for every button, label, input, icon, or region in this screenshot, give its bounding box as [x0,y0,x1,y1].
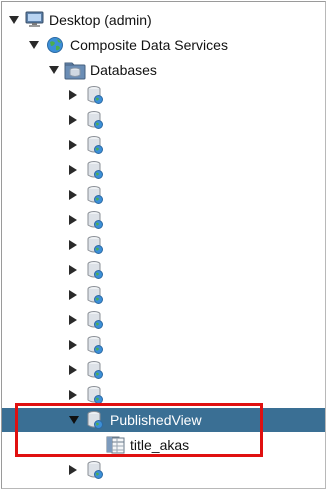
table-icon [106,436,126,457]
chevron-right-icon[interactable] [69,390,77,400]
chevron-right-icon[interactable] [69,340,77,350]
tree-node-database[interactable] [2,158,325,182]
tree-node-composite-data-services[interactable]: Composite Data Services [2,33,325,57]
computer-icon [25,11,45,32]
database-icon [86,135,104,158]
chevron-down-icon[interactable] [69,416,79,424]
tree-node-title-akas[interactable]: title_akas [2,433,325,457]
database-icon [86,410,104,433]
database-icon [86,210,104,233]
tree-node-database[interactable] [2,283,325,307]
database-icon [86,385,104,408]
chevron-right-icon[interactable] [69,290,77,300]
tree-node-database[interactable] [2,83,325,107]
chevron-right-icon[interactable] [69,240,77,250]
chevron-right-icon[interactable] [69,365,77,375]
database-icon [86,235,104,258]
tree-node-database[interactable] [2,108,325,132]
tree-node-label: PublishedView [110,412,202,428]
tree-node-database[interactable] [2,233,325,257]
tree-node-label: Desktop (admin) [49,12,152,28]
chevron-right-icon[interactable] [69,140,77,150]
tree-node-database[interactable] [2,383,325,407]
chevron-right-icon[interactable] [69,115,77,125]
chevron-down-icon[interactable] [49,66,59,74]
chevron-down-icon[interactable] [9,16,19,24]
database-icon [86,85,104,108]
tree-node-database[interactable] [2,458,325,482]
tree-view-panel: Desktop (admin) Composite Data Services … [1,1,326,489]
database-icon [86,310,104,333]
tree-node-databases[interactable]: Databases [2,58,325,82]
tree-node-database[interactable] [2,208,325,232]
globe-icon [46,36,64,57]
tree-node-database[interactable] [2,258,325,282]
database-icon [86,460,104,483]
tree-node-database[interactable] [2,133,325,157]
chevron-down-icon[interactable] [29,41,39,49]
tree-node-label: title_akas [130,437,190,453]
database-icon [86,285,104,308]
database-icon [86,335,104,358]
tree-node-database[interactable] [2,358,325,382]
chevron-right-icon[interactable] [69,465,77,475]
chevron-right-icon[interactable] [69,190,77,200]
chevron-right-icon[interactable] [69,90,77,100]
database-icon [86,360,104,383]
tree-node-database[interactable] [2,308,325,332]
tree-node-label: Databases [90,62,157,78]
database-folder-icon [64,60,86,83]
tree-node-label: Composite Data Services [70,37,228,53]
database-icon [86,185,104,208]
tree-node-publishedview[interactable]: PublishedView [2,408,325,432]
chevron-right-icon[interactable] [69,315,77,325]
tree-node-database[interactable] [2,183,325,207]
database-icon [86,110,104,133]
tree-node-desktop[interactable]: Desktop (admin) [2,8,325,32]
tree-node-database[interactable] [2,333,325,357]
chevron-right-icon[interactable] [69,165,77,175]
chevron-right-icon[interactable] [69,215,77,225]
database-icon [86,260,104,283]
database-icon [86,160,104,183]
chevron-right-icon[interactable] [69,265,77,275]
